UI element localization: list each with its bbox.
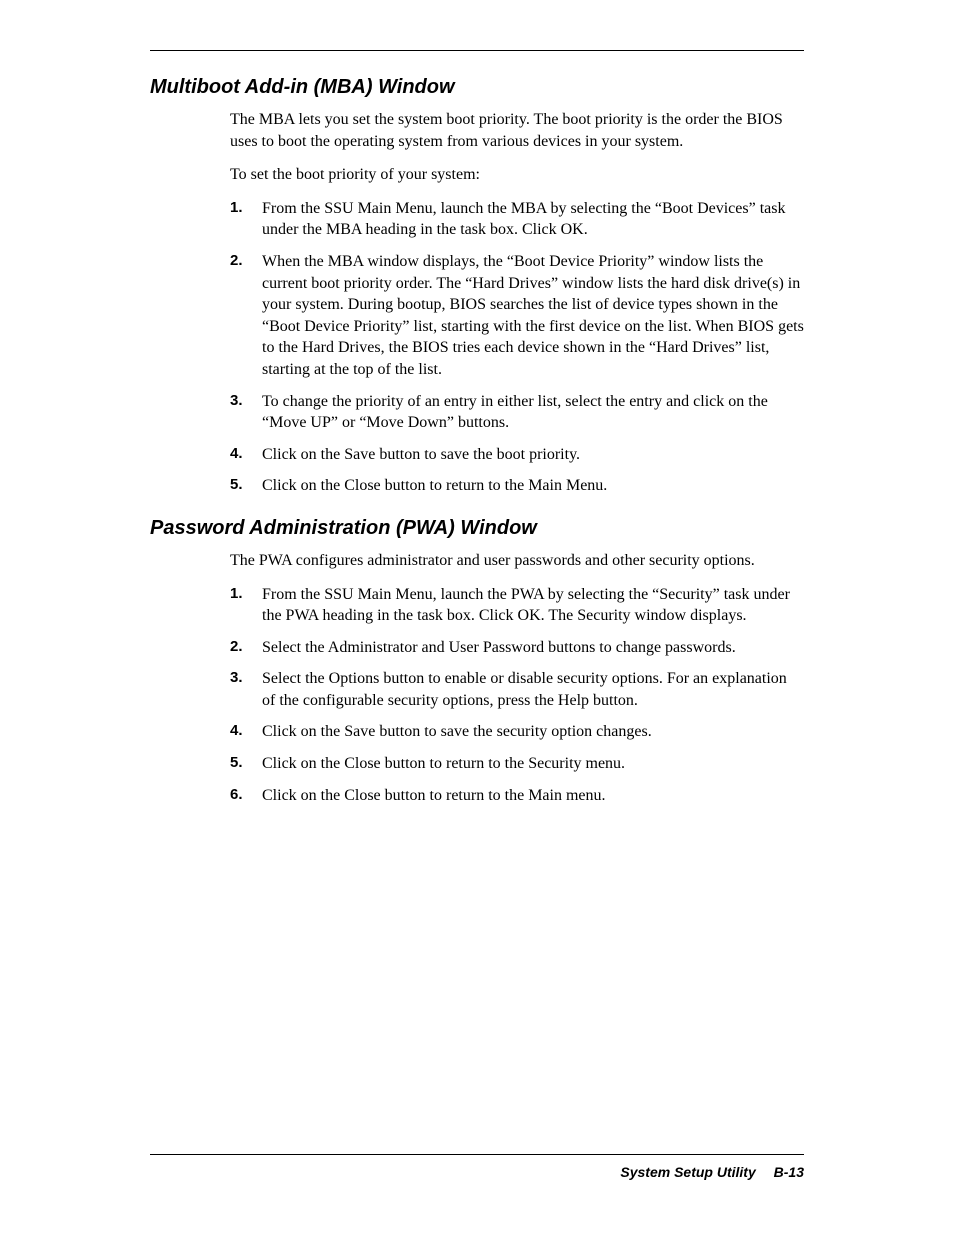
top-horizontal-rule xyxy=(150,50,804,51)
bottom-horizontal-rule xyxy=(150,1154,804,1155)
list-item: Click on the Close button to return to t… xyxy=(230,475,804,497)
list-item: Click on the Save button to save the sec… xyxy=(230,721,804,743)
page-content: Multiboot Add-in (MBA) Window The MBA le… xyxy=(0,50,954,806)
list-item: Click on the Close button to return to t… xyxy=(230,753,804,775)
paragraph-text: The PWA configures administrator and use… xyxy=(230,550,804,572)
list-item: Select the Options button to enable or d… xyxy=(230,668,804,711)
list-item: When the MBA window displays, the “Boot … xyxy=(230,251,804,381)
list-item: Click on the Close button to return to t… xyxy=(230,785,804,807)
list-item: To change the priority of an entry in ei… xyxy=(230,391,804,434)
footer-page-number: B-13 xyxy=(774,1164,804,1180)
list-item: From the SSU Main Menu, launch the PWA b… xyxy=(230,584,804,627)
ordered-list-mba: From the SSU Main Menu, launch the MBA b… xyxy=(230,198,804,497)
list-item: Click on the Save button to save the boo… xyxy=(230,444,804,466)
paragraph-text: To set the boot priority of your system: xyxy=(230,164,804,186)
body-block-mba: The MBA lets you set the system boot pri… xyxy=(150,109,804,497)
page-footer: System Setup Utility B-13 xyxy=(620,1164,804,1180)
footer-title: System Setup Utility xyxy=(620,1164,755,1180)
ordered-list-pwa: From the SSU Main Menu, launch the PWA b… xyxy=(230,584,804,807)
body-block-pwa: The PWA configures administrator and use… xyxy=(150,550,804,806)
paragraph-text: The MBA lets you set the system boot pri… xyxy=(230,109,804,152)
section-heading-mba: Multiboot Add-in (MBA) Window xyxy=(150,76,804,99)
section-heading-pwa: Password Administration (PWA) Window xyxy=(150,517,804,540)
list-item: Select the Administrator and User Passwo… xyxy=(230,637,804,659)
list-item: From the SSU Main Menu, launch the MBA b… xyxy=(230,198,804,241)
